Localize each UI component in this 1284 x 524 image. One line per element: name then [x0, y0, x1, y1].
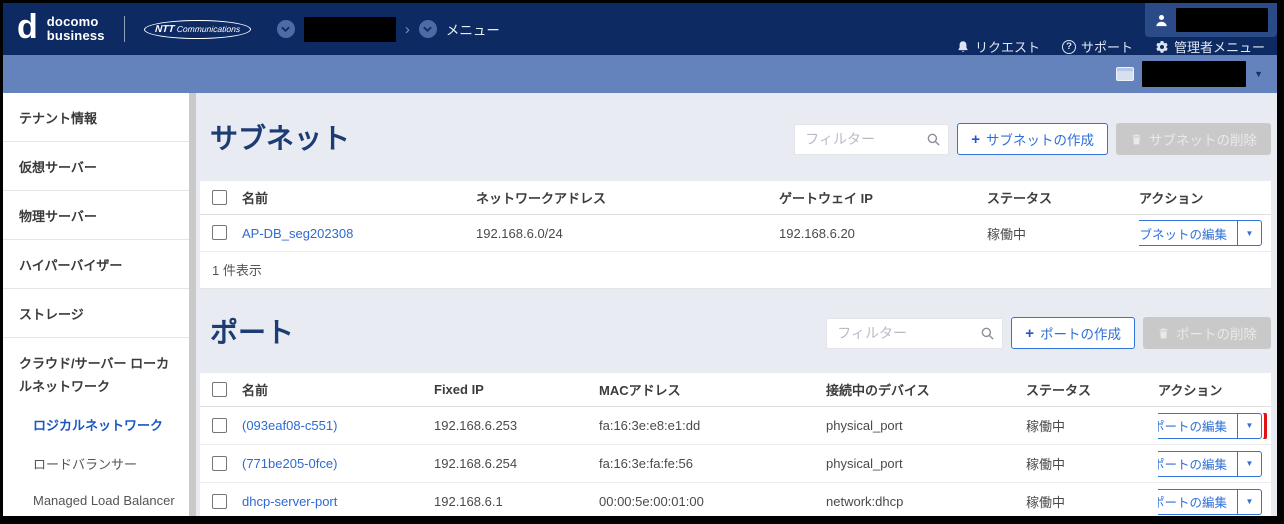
redacted-user-name: [1176, 8, 1268, 32]
subnet-name-link[interactable]: AP-DB_seg202308: [242, 226, 353, 241]
chevron-down-circle-icon[interactable]: [276, 20, 295, 38]
chevron-down-icon[interactable]: ▼: [1254, 69, 1263, 79]
select-all-checkbox[interactable]: [212, 381, 227, 397]
port-section-head: ポート + ポートの作成 ポートの削除: [196, 289, 1277, 350]
subnet-table-row: AP-DB_seg202308 192.168.6.0/24 192.168.6…: [200, 215, 1271, 253]
port-table-row: (771be205-0fce) 192.168.6.254 fa:16:3e:f…: [200, 445, 1271, 484]
chevron-down-circle-icon[interactable]: [418, 20, 437, 38]
edit-port-split-button[interactable]: ポートの編集 ▼: [1158, 450, 1262, 477]
subnet-page-title: サブネット: [210, 123, 351, 154]
app-window: d docomo business NTT Communications › メ…: [3, 3, 1277, 516]
sidebar-item[interactable]: ロードバランサー: [3, 444, 189, 483]
workspace-icon: [1116, 67, 1135, 81]
attached-device-cell: physical_port: [826, 456, 903, 472]
subnet-count-label: 1 件表示: [200, 252, 1271, 290]
mac-address-cell: fa:16:3e:e8:e1:dd: [599, 418, 701, 434]
row-checkbox[interactable]: [212, 225, 227, 241]
plus-icon: +: [971, 130, 980, 148]
trash-icon: [1132, 134, 1141, 144]
support-menu-item[interactable]: ? サポート: [1061, 37, 1133, 56]
attached-device-cell: physical_port: [826, 418, 903, 434]
status-cell: 稼働中: [1026, 419, 1066, 435]
port-page-title: ポート: [210, 317, 295, 349]
top-header: d docomo business NTT Communications › メ…: [3, 3, 1277, 55]
trash-icon: [1159, 328, 1168, 339]
sidebar-item[interactable]: 物理サーバー: [3, 191, 189, 240]
user-icon: [1156, 14, 1167, 26]
chevron-down-icon[interactable]: ▼: [1238, 221, 1261, 245]
port-filter: [826, 317, 1004, 349]
logo-brand-top: docomo: [46, 14, 99, 30]
sidebar-item[interactable]: ストレージ: [3, 289, 189, 338]
port-table-row: dhcp-server-port 192.168.6.1 00:00:5e:00…: [200, 483, 1271, 516]
menu-dropdown[interactable]: メニュー: [446, 19, 500, 39]
port-table: 名前 Fixed IP MACアドレス 接続中のデバイス ステータス アクション…: [200, 373, 1271, 516]
edit-port-split-button[interactable]: ポートの編集 ▼: [1158, 412, 1268, 439]
subnet-table-header: 名前 ネットワークアドレス ゲートウェイ IP ステータス アクション: [200, 181, 1271, 216]
breadcrumb-separator: ›: [404, 20, 410, 38]
bell-icon: [958, 40, 968, 52]
logo-brand-bottom: business: [46, 28, 105, 43]
status-cell: 稼働中: [1026, 457, 1066, 473]
breadcrumb: › メニュー: [276, 16, 500, 42]
sidebar-item[interactable]: Managed Load Balancer: [3, 483, 189, 517]
port-name-link[interactable]: dhcp-server-port: [242, 494, 337, 509]
subnet-section-head: サブネット + サブネットの作成 サブネットの削除: [196, 93, 1277, 156]
edit-subnet-split-button[interactable]: サブネットの編集 ▼: [1139, 220, 1262, 247]
create-subnet-button[interactable]: + サブネットの作成: [957, 123, 1108, 156]
row-checkbox[interactable]: [212, 455, 227, 471]
sidebar-item[interactable]: ハイパーバイザー: [3, 240, 189, 289]
row-checkbox[interactable]: [212, 493, 227, 509]
port-table-header: 名前 Fixed IP MACアドレス 接続中のデバイス ステータス アクション: [200, 373, 1271, 408]
sidebar: テナント情報 仮想サーバー 物理サーバー ハイパーバイザー ストレージ クラウド…: [3, 93, 189, 516]
chevron-down-icon[interactable]: ▼: [1238, 414, 1261, 438]
select-all-checkbox[interactable]: [212, 189, 227, 205]
chevron-down-icon[interactable]: ▼: [1238, 490, 1261, 514]
header-menu: リクエスト ? サポート 管理者メニュー: [956, 37, 1277, 63]
mac-address-cell: fa:16:3e:fa:fe:56: [599, 456, 693, 472]
main-content: サブネット + サブネットの作成 サブネットの削除: [196, 93, 1277, 516]
attached-device-cell: network:dhcp: [826, 494, 904, 510]
user-account-chip[interactable]: [1145, 3, 1277, 37]
logo-divider: [123, 16, 125, 42]
sidebar-item[interactable]: ロジカルネットワーク: [3, 405, 189, 444]
sidebar-item[interactable]: 仮想サーバー: [3, 142, 189, 191]
port-table-row: (093eaf08-c551) 192.168.6.253 fa:16:3e:e…: [200, 407, 1271, 446]
network-address-cell: 192.168.6.0/24: [476, 225, 563, 241]
search-icon: [981, 327, 994, 340]
sidebar-content-divider: [189, 93, 196, 516]
redacted-workspace-name: [1142, 61, 1247, 87]
gateway-ip-cell: 192.168.6.20: [779, 225, 855, 241]
docomo-business-logo: d docomo business NTT Communications: [17, 10, 252, 44]
search-icon: [927, 133, 940, 146]
fixed-ip-cell: 192.168.6.254: [434, 456, 518, 472]
status-cell: 稼働中: [1026, 495, 1066, 511]
sidebar-item[interactable]: テナント情報: [3, 93, 189, 142]
subnet-filter: [794, 123, 950, 155]
port-name-link[interactable]: (093eaf08-c551): [242, 418, 337, 433]
admin-menu-item[interactable]: 管理者メニュー: [1155, 37, 1265, 56]
request-menu-item[interactable]: リクエスト: [956, 37, 1040, 56]
chevron-down-icon[interactable]: ▼: [1238, 452, 1261, 476]
row-checkbox[interactable]: [212, 417, 227, 433]
fixed-ip-cell: 192.168.6.1: [434, 494, 503, 510]
edit-port-split-button[interactable]: ポートの編集 ▼: [1158, 488, 1262, 515]
mac-address-cell: 00:00:5e:00:01:00: [599, 494, 704, 510]
port-filter-input[interactable]: [826, 317, 1004, 349]
port-name-link[interactable]: (771be205-0fce): [242, 456, 337, 471]
plus-icon: +: [1025, 324, 1034, 342]
ntt-communications-logo: NTT Communications: [143, 19, 252, 39]
subnet-table: 名前 ネットワークアドレス ゲートウェイ IP ステータス アクション AP-D…: [200, 181, 1271, 290]
header-right: リクエスト ? サポート 管理者メニュー: [956, 3, 1277, 55]
redacted-tenant-name: [303, 16, 396, 42]
question-icon: ?: [1061, 39, 1076, 54]
sidebar-item[interactable]: クラウド/サーバー ローカルネットワーク: [3, 338, 189, 405]
delete-subnet-button[interactable]: サブネットの削除: [1116, 123, 1271, 156]
create-port-button[interactable]: + ポートの作成: [1011, 317, 1135, 350]
gear-icon: [1156, 40, 1168, 53]
delete-port-button[interactable]: ポートの削除: [1143, 317, 1271, 350]
status-cell: 稼働中: [987, 226, 1027, 242]
docomo-d-logo-mark: d: [17, 8, 38, 46]
fixed-ip-cell: 192.168.6.253: [434, 418, 518, 434]
